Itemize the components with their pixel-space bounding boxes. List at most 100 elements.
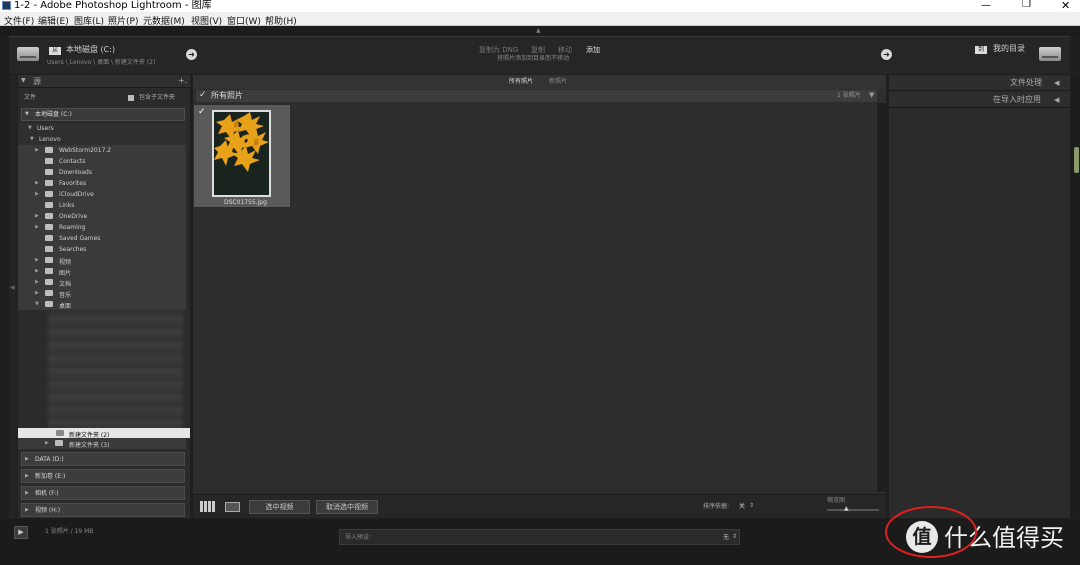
tree-row-folder[interactable]: Links [18,200,186,211]
folder-icon [55,440,63,446]
tree-row-selected-folder[interactable]: 新建文件夹 (2) [18,428,190,439]
tree-label: Searches [59,246,87,253]
maximize-button[interactable]: ❐ [1022,0,1031,10]
loupe-view-icon[interactable] [225,502,240,512]
dest-arrow-icon[interactable]: ➜ [881,49,892,60]
tree-row-folder[interactable]: ▶ Favorites [18,178,186,189]
drive-label: DATA (D:) [35,456,64,463]
expand-triangle-icon: ▶ [35,147,39,153]
tree-row-folder[interactable]: ▶ 文档 [18,277,186,288]
tree-label: 新建文件夹 (3) [69,442,110,449]
folder-icon [45,202,53,208]
mode-move[interactable]: 移动 [558,47,572,54]
photo-grid: ✓ DSC01755.jpg [193,103,877,492]
expand-left-icon: ◀ [1054,79,1060,87]
import-preset-value[interactable]: 无 [723,535,729,541]
preset-stepper-icon[interactable]: ⇕ [732,534,737,540]
tree-row-lenovo[interactable]: ▼ Lenovo [18,134,186,145]
tab-new-photos[interactable]: 新照片 [549,79,567,85]
panel-tab-indicator[interactable] [1074,147,1079,173]
expand-triangle-icon: ▶ [35,213,39,219]
minimize-button[interactable]: — [981,1,991,11]
mode-copy[interactable]: 复制 [531,47,545,54]
thumbnail-size-label: 缩览图 [827,497,846,504]
photo-check-icon[interactable]: ✓ [198,108,206,117]
sort-stepper-icon[interactable]: ⇕ [749,503,754,509]
dest-label[interactable]: 我的目录 [993,45,1025,53]
tree-row-folder[interactable]: ▶ WebStorm2017.2 [18,145,186,156]
expand-status-button[interactable]: ▶ [14,526,28,539]
dest-drive-icon [1039,47,1061,61]
mode-copy-dng[interactable]: 复制为 DNG [479,47,518,54]
tree-row-folder[interactable]: ▶ 视频 [18,255,186,266]
drive-h-bar[interactable]: ▶ 视频 (H:) [21,503,185,517]
thumbnail-size-slider[interactable] [827,509,879,511]
top-panel-toggle-band: ▲ [0,26,1080,36]
tree-row-folder[interactable]: ▶ 新建文件夹 (3) [18,438,186,449]
tree-label: WebStorm2017.2 [59,147,112,154]
grid-view-icon[interactable] [200,501,215,512]
tree-row-users[interactable]: ▼ Users [18,123,186,134]
tree-row-folder[interactable]: Saved Games [18,233,186,244]
drive-label: 视频 (H:) [35,507,61,514]
window-title: 1-2 - Adobe Photoshop Lightroom - 图库 [14,0,212,11]
folder-icon [45,279,53,285]
tree-label: iCloudDrive [59,191,94,198]
collapse-left-icon[interactable]: ◀ [10,285,15,291]
folder-icon [45,169,53,175]
title-bar: 1-2 - Adobe Photoshop Lightroom - 图库 — ❐… [0,0,1080,12]
tree-row-folder[interactable]: ▶ iCloudDrive [18,189,186,200]
dest-badge: 到 [975,46,987,54]
deselect-all-button[interactable]: 取消选中视频 [316,500,378,514]
view-tabs: 所有照片 新照片 [193,75,886,89]
collapse-up-icon[interactable]: ▲ [536,28,541,34]
expand-triangle-icon: ▼ [30,136,34,142]
close-button[interactable]: ✕ [1061,0,1070,11]
files-label: 文件 [24,94,37,101]
lightroom-app-icon [2,1,11,10]
mode-add[interactable]: 添加 [586,47,600,54]
tree-row-folder[interactable]: Downloads [18,167,186,178]
sort-value[interactable]: 关 [739,504,745,510]
expand-triangle-icon: ▶ [35,279,39,285]
import-grid-area: 所有照片 新照片 ✓ 所有照片 1 张照片 ▼ ✓ DSC01755.jpg 选… [193,75,886,518]
drive-c-bar[interactable]: ▼ 本地磁盘 (C:) [21,108,185,121]
group-label: 所有照片 [211,91,243,100]
source-panel-header[interactable]: ▼ 源 +. [18,75,190,88]
tree-row-folder[interactable]: Searches [18,244,186,255]
source-arrow-icon[interactable]: ➜ [186,49,197,60]
tree-row-folder[interactable]: ▶ 音乐 [18,288,186,299]
source-panel-title: 源 [33,77,41,86]
tree-row-folder[interactable]: ▼ 桌面 [18,299,186,310]
drive-e-bar[interactable]: ▶ 新加卷 (E:) [21,469,185,483]
file-handling-title: 文件处理 [1010,78,1042,87]
group-collapse-icon[interactable]: ▼ [869,92,874,99]
group-check-icon[interactable]: ✓ [199,91,207,100]
tree-row-folder[interactable]: Contacts [18,156,186,167]
tree-row-folder[interactable]: ▶ Roaming [18,222,186,233]
tree-row-folder[interactable]: ▶ OneDrive [18,211,186,222]
include-subfolders-checkbox[interactable] [128,95,134,101]
tree-label: 文档 [59,281,72,288]
add-source-icon[interactable]: +. [178,77,187,85]
right-edge-strip [1071,75,1080,518]
grid-scrollbar[interactable] [877,103,886,492]
file-handling-header[interactable]: 文件处理 ◀ [889,76,1070,91]
folder-icon [45,213,53,219]
expand-triangle-icon: ▶ [25,456,29,462]
tab-all-photos[interactable]: 所有照片 [509,79,533,85]
drive-d-bar[interactable]: ▶ DATA (D:) [21,452,185,466]
expand-left-icon: ◀ [1054,96,1060,104]
source-drive-label[interactable]: 本地磁盘 (C:) [66,46,115,54]
folder-icon [45,180,53,186]
tree-label: 桌面 [59,303,72,310]
apply-during-import-header[interactable]: 在导入时应用 ◀ [889,93,1070,108]
folder-icon [45,290,53,296]
tree-label: Downloads [59,169,92,176]
thumbnail-slider-handle[interactable]: ▲ [844,506,849,512]
import-preset-bar[interactable]: 导入预设: 无 ⇕ [339,529,740,545]
select-all-button[interactable]: 选中视频 [249,500,310,514]
tree-row-folder[interactable]: ▶ 图片 [18,266,186,277]
drive-f-bar[interactable]: ▶ 相机 (F:) [21,486,185,500]
photo-thumbnail-cell[interactable]: ✓ DSC01755.jpg [194,105,290,207]
